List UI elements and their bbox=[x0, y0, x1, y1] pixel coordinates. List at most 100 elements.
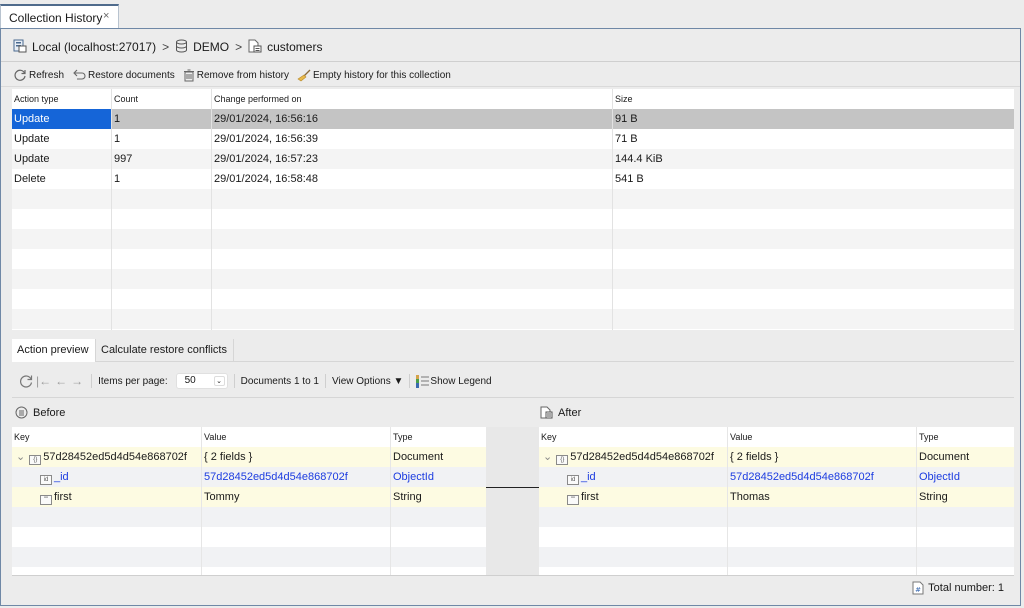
type-cell: ObjectId bbox=[393, 471, 434, 483]
divider bbox=[12, 397, 1014, 398]
cell-count: 1 bbox=[114, 113, 121, 125]
tab-action-preview[interactable]: Action preview bbox=[12, 339, 96, 362]
broom-icon bbox=[297, 69, 311, 81]
documents-range: Documents 1 to 1 bbox=[240, 375, 319, 387]
type-cell: ObjectId bbox=[919, 471, 960, 483]
key-cell: id _id bbox=[38, 467, 69, 487]
cell-count: 1 bbox=[114, 173, 121, 185]
column-header-value[interactable]: Value bbox=[728, 427, 752, 447]
tree-row-field[interactable]: id _id 57d28452ed5d4d54e868702f ObjectId bbox=[539, 467, 1014, 487]
value-cell: Tommy bbox=[204, 491, 240, 503]
breadcrumb-database[interactable]: DEMO bbox=[193, 40, 229, 54]
key-cell: "" first bbox=[565, 487, 599, 507]
table-row[interactable]: Update 1 29/01/2024, 16:56:16 91 B bbox=[12, 109, 1014, 129]
type-cell: Document bbox=[919, 451, 970, 463]
column-divider[interactable] bbox=[916, 427, 917, 575]
column-header-key[interactable]: Key bbox=[12, 427, 30, 447]
tab-calculate-restore-conflicts[interactable]: Calculate restore conflicts bbox=[96, 339, 234, 362]
refresh-icon bbox=[14, 69, 26, 81]
next-page-icon[interactable]: → bbox=[71, 374, 83, 388]
refresh-button[interactable]: Refresh bbox=[13, 68, 64, 82]
show-legend-button[interactable]: Show Legend bbox=[416, 374, 492, 388]
cell-date: 29/01/2024, 16:56:16 bbox=[214, 113, 318, 125]
previous-page-icon[interactable]: ← bbox=[55, 374, 67, 388]
before-label: Before bbox=[33, 406, 66, 419]
cell-size: 71 B bbox=[615, 133, 638, 145]
empty-row bbox=[12, 289, 1014, 309]
value-cell: { 2 fields } bbox=[204, 451, 253, 463]
column-divider[interactable] bbox=[612, 89, 613, 330]
chevron-down-icon[interactable]: ⌄ bbox=[16, 451, 25, 463]
tree-row-document[interactable]: ⌄ {} 57d28452ed5d4d54e868702f { 2 fields }… bbox=[12, 447, 486, 467]
key-cell: ⌄ {} 57d28452ed5d4d54e868702f bbox=[541, 447, 714, 467]
cell-action-type: Delete bbox=[14, 173, 46, 185]
chevron-down-icon[interactable]: ⌄ bbox=[543, 451, 552, 463]
items-per-page-label: Items per page: bbox=[98, 375, 168, 387]
empty-row bbox=[539, 547, 1014, 567]
tree-row-field[interactable]: id _id 57d28452ed5d4d54e868702f ObjectId bbox=[12, 467, 486, 487]
table-row[interactable]: Update 997 29/01/2024, 16:57:23 144.4 Ki… bbox=[12, 149, 1014, 169]
close-icon[interactable]: × bbox=[103, 10, 109, 22]
refresh-icon[interactable] bbox=[18, 373, 34, 389]
first-page-icon[interactable]: |← bbox=[36, 374, 51, 388]
column-header-type[interactable]: Type bbox=[391, 427, 413, 447]
diff-connector-line bbox=[486, 487, 539, 488]
total-number: Total number: 1 bbox=[928, 582, 1004, 594]
separator bbox=[409, 374, 411, 388]
document-icon bbox=[540, 406, 553, 419]
view-options-button[interactable]: View Options ▼ bbox=[332, 376, 403, 387]
show-legend-label: Show Legend bbox=[430, 375, 492, 387]
column-header-key[interactable]: Key bbox=[539, 427, 557, 447]
count-icon: # bbox=[912, 581, 924, 595]
empty-row bbox=[12, 249, 1014, 269]
table-row[interactable]: Update 1 29/01/2024, 16:56:39 71 B bbox=[12, 129, 1014, 149]
empty-history-button[interactable]: Empty history for this collection bbox=[297, 69, 451, 82]
tree-row-field[interactable]: "" first Tommy String bbox=[12, 487, 486, 507]
tab-bar: Collection History × bbox=[0, 0, 1024, 29]
column-header-value[interactable]: Value bbox=[202, 427, 226, 447]
string-type-icon: "" bbox=[567, 495, 579, 505]
column-header-count[interactable]: Count bbox=[112, 89, 138, 109]
breadcrumb-collection[interactable]: customers bbox=[267, 40, 322, 54]
after-document-table: Key Value Type ⌄ {} 57d28452ed5d4d54e86870… bbox=[539, 427, 1014, 575]
empty-row bbox=[12, 507, 486, 527]
column-header-size[interactable]: Size bbox=[613, 89, 633, 109]
svg-text:#: # bbox=[915, 586, 921, 594]
column-divider[interactable] bbox=[201, 427, 202, 575]
cell-size: 541 B bbox=[615, 173, 644, 185]
breadcrumb-connection[interactable]: Local (localhost:27017) bbox=[32, 40, 156, 54]
column-header-change-performed-on[interactable]: Change performed on bbox=[212, 89, 302, 109]
table-row[interactable]: Delete 1 29/01/2024, 16:58:48 541 B bbox=[12, 169, 1014, 189]
tree-row-document[interactable]: ⌄ {} 57d28452ed5d4d54e868702f { 2 fields }… bbox=[539, 447, 1014, 467]
value-cell: Thomas bbox=[730, 491, 770, 503]
column-header-action-type[interactable]: Action type bbox=[12, 89, 59, 109]
value-cell: 57d28452ed5d4d54e868702f bbox=[730, 471, 874, 483]
objectid-type-icon: id bbox=[40, 475, 52, 485]
column-header-type[interactable]: Type bbox=[917, 427, 939, 447]
table-header: Key Value Type bbox=[539, 427, 1014, 447]
column-divider[interactable] bbox=[390, 427, 391, 575]
objectid-type-icon: id bbox=[567, 475, 579, 485]
document-type-icon: {} bbox=[556, 455, 569, 465]
breadcrumb: Local (localhost:27017) > DEMO > custome… bbox=[13, 39, 322, 55]
cell-date: 29/01/2024, 16:57:23 bbox=[214, 153, 318, 165]
cell-action-type: Update bbox=[14, 133, 50, 145]
tab-title: Collection History bbox=[9, 11, 103, 25]
empty-row bbox=[12, 229, 1014, 249]
restore-documents-button[interactable]: Restore documents bbox=[72, 69, 175, 81]
before-pane-label: Before bbox=[15, 406, 65, 419]
column-divider[interactable] bbox=[111, 89, 112, 330]
key-text: 57d28452ed5d4d54e868702f bbox=[43, 451, 187, 463]
diff-gutter bbox=[486, 427, 539, 575]
restore-documents-label: Restore documents bbox=[88, 69, 175, 81]
column-divider[interactable] bbox=[727, 427, 728, 575]
legend-icon bbox=[416, 374, 430, 388]
tab-collection-history[interactable]: Collection History × bbox=[0, 4, 119, 29]
column-divider[interactable] bbox=[211, 89, 212, 330]
string-type-icon: "" bbox=[40, 495, 52, 505]
key-text: first bbox=[581, 491, 599, 503]
items-per-page-select[interactable]: 50 ⌄ bbox=[175, 373, 228, 389]
after-pane-label: After bbox=[540, 406, 581, 419]
remove-from-history-button[interactable]: Remove from history bbox=[183, 69, 289, 82]
tree-row-field[interactable]: "" first Thomas String bbox=[539, 487, 1014, 507]
